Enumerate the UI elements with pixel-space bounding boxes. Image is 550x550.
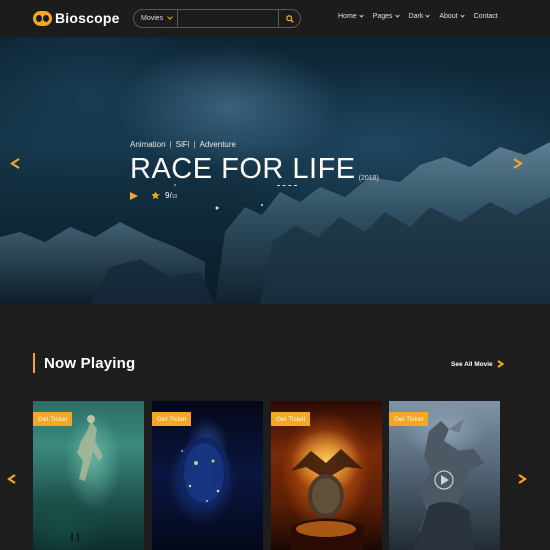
see-all-link[interactable]: See All Movie [451,360,504,368]
rating-value: 9/ [165,191,172,200]
hero-next-arrow-icon[interactable] [513,158,523,169]
get-ticket-button[interactable]: Get Ticket [389,412,429,426]
movie-card[interactable]: Get Ticket [33,401,144,550]
search-category-label: Movies [141,15,164,22]
genre-tag[interactable]: Adventure [200,140,236,149]
rating-max: 10 [171,194,178,200]
search-category-select[interactable]: Movies [134,10,178,27]
genre-separator: | [193,140,196,149]
movie-card[interactable]: Get Ticket [271,401,382,550]
slider-prev-arrow-icon[interactable] [7,474,16,484]
star-icon [151,191,160,200]
main-nav: Home Pages Dark About Contact [338,13,508,20]
now-playing-header: Now Playing [33,353,135,373]
nav-about[interactable]: About [439,13,465,20]
chevron-down-icon [394,13,400,18]
hero-genres: Animation | SiFi | Adventure [130,140,379,149]
chevron-down-icon [460,13,465,18]
genre-tag[interactable]: SiFi [176,140,190,149]
logo-icon [33,10,52,26]
get-ticket-button[interactable]: Get Ticket [271,412,311,426]
chevron-right-icon [497,360,504,368]
hero-meta: 9/ 10 [130,191,379,200]
hero-prev-arrow-icon[interactable] [10,158,20,169]
logo-text: Bioscope [55,10,120,26]
movie-card[interactable]: Get Ticket [389,401,500,550]
nav-dark[interactable]: Dark [409,13,430,20]
get-ticket-button[interactable]: Get Ticket [33,412,73,426]
chevron-down-icon [425,13,430,18]
search-input[interactable] [178,10,278,27]
hero-banner: Animation | SiFi | Adventure RACE FOR LI… [0,37,550,304]
genre-separator: | [169,140,172,149]
hero-title-underline [277,185,297,186]
nav-contact[interactable]: Contact [474,13,498,20]
now-playing-title: Now Playing [44,354,136,372]
see-all-label: See All Movie [451,360,493,368]
hero-title-row: RACE FOR LIFE (2018) [130,154,379,184]
get-ticket-button[interactable]: Get Ticket [152,412,192,426]
nav-pages[interactable]: Pages [373,13,400,20]
search-bar: Movies [133,9,301,28]
top-navbar: Bioscope Movies Home Pages Dark About Co… [0,0,550,37]
search-icon [285,14,294,23]
search-button[interactable] [278,10,300,27]
slider-next-arrow-icon[interactable] [518,474,527,484]
hero-title: RACE FOR LIFE [130,153,356,185]
play-icon[interactable] [130,191,138,200]
chevron-down-icon [359,13,364,18]
chevron-down-icon [167,14,173,20]
movie-card[interactable]: Get Ticket [152,401,263,550]
hero-year: (2018) [358,175,379,182]
hero-rating: 9/ 10 [151,191,177,200]
logo[interactable]: Bioscope [33,9,120,27]
genre-tag[interactable]: Animation [130,140,166,149]
hero-content: Animation | SiFi | Adventure RACE FOR LI… [130,140,379,200]
section-accent-bar [33,353,35,373]
nav-home[interactable]: Home [338,13,364,20]
